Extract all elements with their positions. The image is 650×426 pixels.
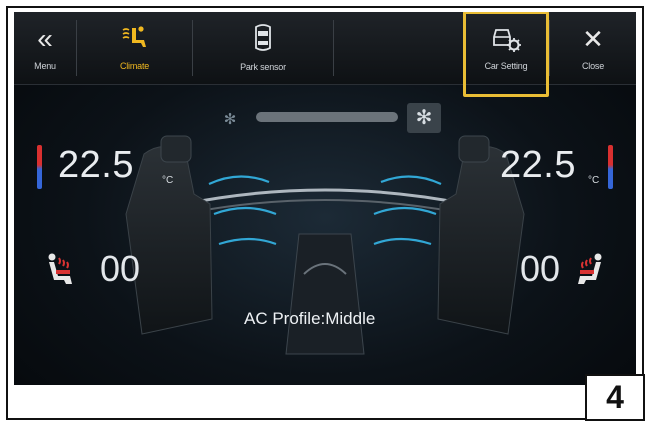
fan-low-icon[interactable]: ✻ [219, 109, 241, 131]
park-sensor-button[interactable]: Park sensor [193, 12, 333, 84]
fan-high-icon[interactable]: ✻ [407, 103, 441, 133]
close-button[interactable]: ✕ Close [550, 12, 636, 84]
menu-label: Menu [34, 61, 56, 71]
left-temperature[interactable]: 22.5 [58, 144, 134, 187]
close-label: Close [581, 61, 604, 71]
car-top-view-icon [255, 24, 271, 51]
close-icon: ✕ [582, 24, 604, 54]
car-setting-highlight [463, 12, 549, 97]
left-seat-heater-icon[interactable] [44, 252, 76, 288]
divider [333, 20, 334, 76]
right-seat-heater-icon[interactable] [574, 252, 606, 288]
menu-button[interactable]: « Menu [14, 12, 76, 84]
right-temp-unit: °C [588, 175, 600, 186]
seat-airflow-icon [122, 26, 146, 47]
right-temp-gauge [608, 145, 613, 189]
climate-screen: « Menu Climate Park sensor Car Setting ✕… [14, 12, 636, 385]
climate-label: Climate [119, 61, 150, 71]
park-sensor-label: Park sensor [240, 62, 286, 72]
left-seat-heat-level: 00 [100, 248, 141, 289]
left-temp-gauge [37, 145, 42, 189]
car-interior-illustration [125, 135, 525, 355]
step-number: 4 [585, 374, 645, 421]
double-chevron-left-icon: « [37, 23, 53, 54]
left-temp-unit: °C [162, 175, 174, 186]
fan-speed-slider[interactable] [256, 112, 398, 122]
climate-button[interactable]: Climate [77, 12, 192, 84]
right-seat-heat-level: 00 [520, 248, 561, 289]
ac-profile-label: AC Profile:Middle [244, 309, 376, 328]
right-temperature[interactable]: 22.5 [500, 144, 576, 187]
